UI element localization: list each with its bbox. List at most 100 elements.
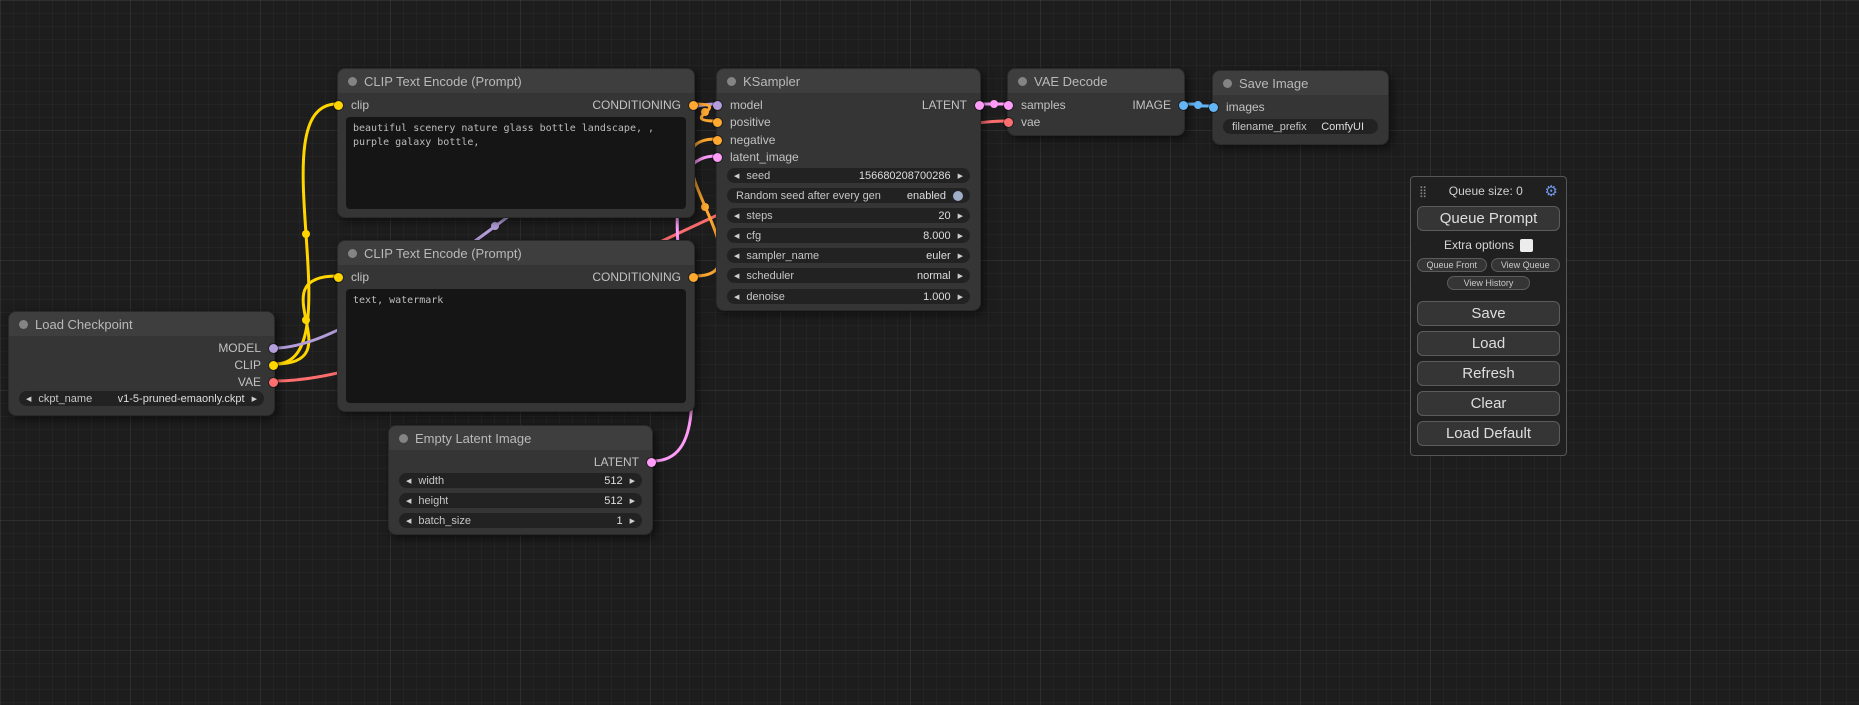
node-titlebar[interactable]: CLIP Text Encode (Prompt): [338, 241, 694, 265]
increment-arrow-icon[interactable]: ▶: [958, 272, 963, 280]
node-titlebar[interactable]: Load Checkpoint: [9, 312, 274, 336]
images-input-port[interactable]: [1209, 103, 1218, 112]
steps-widget[interactable]: ◀ steps 20 ▶: [727, 208, 970, 223]
random-seed-toggle-widget[interactable]: Random seed after every gen enabled: [727, 188, 970, 203]
collapse-dot-icon[interactable]: [348, 77, 357, 86]
latent-output-port[interactable]: [647, 458, 656, 467]
model-output-port[interactable]: [269, 344, 278, 353]
conditioning-output-port[interactable]: [689, 101, 698, 110]
scheduler-widget[interactable]: ◀ scheduler normal ▶: [727, 268, 970, 283]
decrement-arrow-icon[interactable]: ◀: [406, 497, 411, 505]
collapse-dot-icon[interactable]: [19, 320, 28, 329]
decrement-arrow-icon[interactable]: ◀: [406, 517, 411, 525]
samples-input-port[interactable]: [1004, 101, 1013, 110]
node-titlebar[interactable]: CLIP Text Encode (Prompt): [338, 69, 694, 93]
increment-arrow-icon[interactable]: ▶: [630, 517, 635, 525]
denoise-widget[interactable]: ◀ denoise 1.000 ▶: [727, 289, 970, 304]
load-button[interactable]: Load: [1417, 331, 1560, 356]
node-empty-latent-image[interactable]: Empty Latent Image LATENT ◀ width 512 ▶ …: [388, 425, 653, 535]
decrement-arrow-icon[interactable]: ◀: [406, 477, 411, 485]
increment-arrow-icon[interactable]: ▶: [958, 172, 963, 180]
widget-label: seed: [746, 170, 770, 182]
queue-size-label: Queue size: 0: [1449, 184, 1523, 198]
latent-output-port[interactable]: [975, 101, 984, 110]
refresh-button[interactable]: Refresh: [1417, 361, 1560, 386]
decrement-arrow-icon[interactable]: ◀: [734, 293, 739, 301]
increment-arrow-icon[interactable]: ▶: [630, 477, 635, 485]
widget-label: sampler_name: [746, 250, 819, 262]
clear-button[interactable]: Clear: [1417, 391, 1560, 416]
sampler-name-widget[interactable]: ◀ sampler_name euler ▶: [727, 248, 970, 263]
node-clip-text-encode-positive[interactable]: CLIP Text Encode (Prompt) clip CONDITION…: [337, 68, 695, 218]
decrement-arrow-icon[interactable]: ◀: [734, 212, 739, 220]
port-label-images: images: [1226, 99, 1265, 116]
node-titlebar[interactable]: KSampler: [717, 69, 980, 93]
view-queue-button[interactable]: View Queue: [1491, 258, 1561, 272]
collapse-dot-icon[interactable]: [1018, 77, 1027, 86]
widget-label: filename_prefix: [1232, 121, 1307, 133]
increment-arrow-icon[interactable]: ▶: [958, 212, 963, 220]
seed-widget[interactable]: ◀ seed 156680208700286 ▶: [727, 168, 970, 183]
load-default-button[interactable]: Load Default: [1417, 421, 1560, 446]
collapse-dot-icon[interactable]: [399, 434, 408, 443]
extra-options-label: Extra options: [1444, 238, 1514, 252]
latent-image-input-port[interactable]: [713, 153, 722, 162]
node-graph-canvas[interactable]: Load Checkpoint MODEL CLIP VAE ◀ ckpt_na…: [0, 0, 1859, 705]
queue-prompt-button[interactable]: Queue Prompt: [1417, 206, 1560, 231]
vae-input-port[interactable]: [1004, 118, 1013, 127]
clip-input-port[interactable]: [334, 101, 343, 110]
increment-arrow-icon[interactable]: ▶: [958, 252, 963, 260]
node-load-checkpoint[interactable]: Load Checkpoint MODEL CLIP VAE ◀ ckpt_na…: [8, 311, 275, 416]
ckpt-name-widget[interactable]: ◀ ckpt_name v1-5-pruned-emaonly.ckpt ▶: [19, 391, 264, 406]
port-label-conditioning: CONDITIONING: [592, 269, 681, 286]
prompt-text-area[interactable]: text, watermark: [346, 289, 686, 403]
node-titlebar[interactable]: VAE Decode: [1008, 69, 1184, 93]
increment-arrow-icon[interactable]: ▶: [252, 395, 257, 403]
cfg-widget[interactable]: ◀ cfg 8.000 ▶: [727, 228, 970, 243]
image-output-port[interactable]: [1179, 101, 1188, 110]
model-input-port[interactable]: [713, 101, 722, 110]
height-widget[interactable]: ◀ height 512 ▶: [399, 493, 642, 508]
collapse-dot-icon[interactable]: [1223, 79, 1232, 88]
clip-output-port[interactable]: [269, 361, 278, 370]
decrement-arrow-icon[interactable]: ◀: [734, 272, 739, 280]
toggle-knob-icon[interactable]: [953, 191, 963, 201]
settings-gear-icon[interactable]: ⚙: [1545, 182, 1558, 200]
vae-output-port[interactable]: [269, 378, 278, 387]
port-label-latent: LATENT: [594, 454, 639, 471]
increment-arrow-icon[interactable]: ▶: [630, 497, 635, 505]
width-widget[interactable]: ◀ width 512 ▶: [399, 473, 642, 488]
filename-prefix-widget[interactable]: filename_prefix ComfyUI: [1223, 119, 1378, 134]
collapse-dot-icon[interactable]: [348, 249, 357, 258]
decrement-arrow-icon[interactable]: ◀: [26, 395, 31, 403]
decrement-arrow-icon[interactable]: ◀: [734, 252, 739, 260]
node-titlebar[interactable]: Save Image: [1213, 71, 1388, 95]
extra-options-checkbox[interactable]: [1520, 239, 1533, 252]
collapse-dot-icon[interactable]: [727, 77, 736, 86]
increment-arrow-icon[interactable]: ▶: [958, 232, 963, 240]
save-button[interactable]: Save: [1417, 301, 1560, 326]
positive-input-port[interactable]: [713, 118, 722, 127]
widget-value: 20: [938, 210, 950, 222]
node-vae-decode[interactable]: VAE Decode samples IMAGE vae: [1007, 68, 1185, 136]
node-title: Save Image: [1239, 76, 1308, 91]
node-titlebar[interactable]: Empty Latent Image: [389, 426, 652, 450]
decrement-arrow-icon[interactable]: ◀: [734, 172, 739, 180]
node-ksampler[interactable]: KSampler model LATENT positive negative …: [716, 68, 981, 311]
negative-input-port[interactable]: [713, 136, 722, 145]
decrement-arrow-icon[interactable]: ◀: [734, 232, 739, 240]
queue-front-button[interactable]: Queue Front: [1417, 258, 1487, 272]
widget-label: denoise: [746, 291, 785, 303]
increment-arrow-icon[interactable]: ▶: [958, 293, 963, 301]
port-row-samples-image: samples IMAGE: [1008, 97, 1184, 114]
drag-handle-icon[interactable]: ⣿: [1419, 185, 1427, 198]
node-save-image[interactable]: Save Image images filename_prefix ComfyU…: [1212, 70, 1389, 145]
node-clip-text-encode-negative[interactable]: CLIP Text Encode (Prompt) clip CONDITION…: [337, 240, 695, 412]
clip-input-port[interactable]: [334, 273, 343, 282]
queue-panel[interactable]: ⣿ Queue size: 0 ⚙ Queue Prompt Extra opt…: [1410, 176, 1567, 456]
batch-size-widget[interactable]: ◀ batch_size 1 ▶: [399, 513, 642, 528]
prompt-text-area[interactable]: beautiful scenery nature glass bottle la…: [346, 117, 686, 209]
view-history-button[interactable]: View History: [1447, 276, 1531, 290]
port-row-vae: VAE: [9, 374, 274, 391]
conditioning-output-port[interactable]: [689, 273, 698, 282]
